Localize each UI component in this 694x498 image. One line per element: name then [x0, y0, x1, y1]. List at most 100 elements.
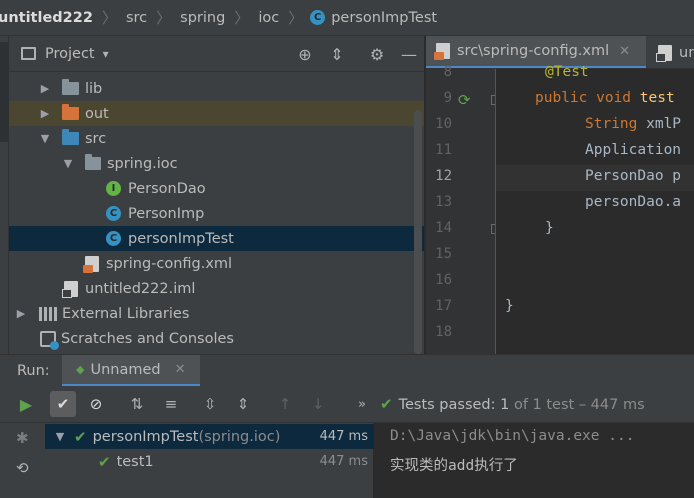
- module-file-icon: [62, 280, 78, 298]
- run-test-icon[interactable]: ⟳: [458, 91, 471, 109]
- line-number: 15: [435, 246, 452, 262]
- debug-icon[interactable]: ✱: [16, 429, 29, 447]
- code-editor[interactable]: [496, 69, 694, 354]
- close-icon[interactable]: ✕: [175, 362, 186, 377]
- test-class-icon: C: [106, 231, 121, 246]
- tree-item-personimptest[interactable]: C personImpTest: [9, 226, 424, 251]
- tree-item-spring-config[interactable]: spring-config.xml: [9, 251, 424, 276]
- scrollbar[interactable]: [414, 110, 422, 354]
- tab-unnamed[interactable]: ◆ Unnamed ✕: [62, 355, 200, 387]
- package-icon: [85, 154, 101, 170]
- line-number: 16: [435, 272, 452, 288]
- show-ignored-icon[interactable]: ⊘: [83, 391, 109, 417]
- chevron-down-icon[interactable]: ▼: [60, 157, 76, 170]
- project-tool-button[interactable]: [0, 42, 9, 142]
- console-line: 实现类的add执行了: [390, 458, 518, 474]
- run-panel-header: Run: ◆ Unnamed ✕: [0, 354, 694, 387]
- breadcrumb-spring[interactable]: spring: [178, 10, 227, 26]
- line-number: 9: [443, 90, 452, 106]
- breadcrumb-file[interactable]: personImpTest: [329, 10, 439, 26]
- tree-item-spring-ioc[interactable]: ▼ spring.ioc: [9, 151, 424, 176]
- rerun-icon[interactable]: ▶: [13, 391, 39, 417]
- gear-icon[interactable]: ⚙: [361, 36, 393, 72]
- close-icon[interactable]: ✕: [619, 44, 630, 59]
- arrow-down-icon[interactable]: ↓: [305, 391, 331, 417]
- tree-item-out[interactable]: ▶ out: [9, 101, 424, 126]
- line-number: 17: [435, 298, 452, 314]
- xml-file-icon: [434, 43, 450, 60]
- test-name: test1: [116, 453, 154, 470]
- tree-item-external-libraries[interactable]: ▶ External Libraries: [9, 301, 424, 326]
- chevron-right-icon: 〉: [156, 9, 172, 27]
- chevron-down-icon[interactable]: ▼: [52, 430, 68, 443]
- test-name: personImpTest: [92, 428, 199, 445]
- run-side-strip: ✱ ⟲: [0, 423, 45, 498]
- breadcrumb: untitled222 〉 src 〉 spring 〉 ioc 〉 C per…: [0, 0, 694, 36]
- chevron-right-icon[interactable]: ▶: [13, 307, 29, 320]
- chevron-right-icon[interactable]: ▶: [37, 107, 53, 120]
- locate-icon[interactable]: ⊕: [289, 36, 321, 72]
- code-line-12: PersonDao p: [585, 168, 682, 184]
- breadcrumb-src[interactable]: src: [124, 10, 149, 26]
- test-duration: 447 ms: [319, 454, 368, 469]
- project-title[interactable]: Project: [45, 46, 95, 62]
- tree-item-label: PersonDao: [128, 180, 206, 197]
- test-duration: 447 ms: [319, 429, 368, 444]
- code-line-13: personDao.a: [585, 194, 682, 210]
- tab-spring-config[interactable]: src\spring-config.xml ✕: [426, 36, 646, 68]
- console-line: D:\Java\jdk\bin\java.exe ...: [390, 428, 635, 444]
- interface-icon: I: [106, 181, 121, 196]
- folder-icon: [62, 104, 79, 120]
- left-tool-strip: [0, 36, 9, 354]
- console-output[interactable]: D:\Java\jdk\bin\java.exe ... 实现类的add执行了: [375, 423, 694, 498]
- tree-item-label: lib: [85, 80, 103, 97]
- tree-item-scratches[interactable]: Scratches and Consoles: [9, 326, 424, 351]
- code-line-14: }: [545, 220, 554, 236]
- tree-item-label: spring.ioc: [107, 155, 178, 172]
- chevron-down-icon[interactable]: ▾: [103, 47, 109, 61]
- tab-label: Unnamed: [90, 361, 161, 378]
- test-results-tree: ▼ ✔ personImpTest (spring.ioc) 447 ms ✔ …: [45, 423, 374, 498]
- tree-item-label: out: [85, 105, 109, 122]
- minimize-icon[interactable]: —: [393, 36, 424, 72]
- code-line-9: public void test: [535, 90, 675, 106]
- line-number: 11: [435, 142, 452, 158]
- tree-item-label: External Libraries: [62, 305, 190, 322]
- library-icon: [39, 306, 57, 321]
- collapse-icon[interactable]: ⇕: [321, 36, 353, 72]
- collapse-all-icon[interactable]: ⇕: [230, 391, 256, 417]
- project-view-icon: [21, 47, 36, 60]
- passed-icon: ✔: [74, 427, 87, 446]
- tab-label: un: [679, 44, 694, 61]
- chevron-right-icon: 〉: [101, 9, 117, 27]
- tab-label: src\spring-config.xml: [457, 43, 610, 59]
- expand-all-icon[interactable]: ⇳: [197, 391, 223, 417]
- tree-item-lib[interactable]: ▶ lib: [9, 76, 424, 101]
- tree-item-persondao[interactable]: I PersonDao: [9, 176, 424, 201]
- breadcrumb-ioc[interactable]: ioc: [256, 10, 281, 26]
- tree-item-iml[interactable]: untitled222.iml: [9, 276, 424, 301]
- check-icon: ✔: [380, 395, 393, 413]
- tree-item-personimp[interactable]: C PersonImp: [9, 201, 424, 226]
- test-class-icon: C: [310, 10, 326, 25]
- sort-duration-icon[interactable]: ≡: [158, 391, 184, 417]
- chevron-down-icon[interactable]: ▼: [37, 132, 53, 145]
- sort-alpha-icon[interactable]: ⇅: [124, 391, 150, 417]
- test-package: (spring.ioc): [198, 428, 281, 445]
- line-number: 14: [435, 220, 452, 236]
- arrow-up-icon[interactable]: ↑: [272, 391, 298, 417]
- show-passed-icon[interactable]: ✔: [50, 391, 76, 417]
- tree-item-src[interactable]: ▼ src: [9, 126, 424, 151]
- code-line-8: @Test: [545, 64, 589, 80]
- tab-untitled[interactable]: un: [648, 36, 694, 68]
- test-row-test1[interactable]: ✔ test1 447 ms: [45, 449, 374, 474]
- chevron-right-icon[interactable]: ▶: [37, 82, 53, 95]
- code-line-17: }: [505, 298, 514, 314]
- more-icon[interactable]: »: [349, 391, 375, 417]
- test-row-suite[interactable]: ▼ ✔ personImpTest (spring.ioc) 447 ms: [45, 424, 374, 449]
- breadcrumb-project[interactable]: untitled222: [0, 10, 95, 26]
- export-icon[interactable]: ⟲: [16, 459, 29, 477]
- line-number: 18: [435, 324, 452, 340]
- module-file-icon: [656, 44, 672, 62]
- chevron-right-icon: 〉: [288, 9, 304, 27]
